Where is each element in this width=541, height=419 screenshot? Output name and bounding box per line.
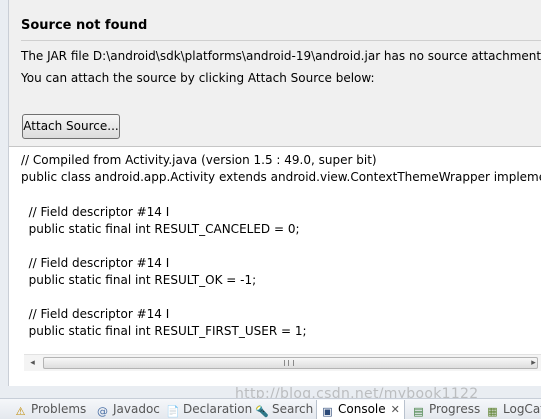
- code-line-result-first-user: public static final int RESULT_FIRST_USE…: [21, 324, 307, 338]
- tab-label: Search: [272, 402, 314, 416]
- source-not-found-panel: Source not found The JAR file D:\android…: [9, 0, 541, 147]
- tab-search[interactable]: 🔦 Search: [255, 400, 313, 419]
- horizontal-scrollbar[interactable]: ◂ ▸: [24, 354, 541, 371]
- tab-label: Progress: [429, 402, 481, 416]
- console-icon: ▣: [322, 405, 333, 418]
- code-line-result-canceled: public static final int RESULT_CANCELED …: [21, 222, 300, 236]
- logcat-icon: ▦: [487, 405, 498, 418]
- disassembled-code-view[interactable]: // Compiled from Activity.java (version …: [9, 147, 541, 354]
- scrollbar-thumb[interactable]: [43, 357, 538, 369]
- tab-logcat[interactable]: ▦ LogCat: [486, 400, 541, 419]
- tab-console[interactable]: ▣ Console ✕: [316, 400, 405, 419]
- problems-icon: ⚠: [15, 405, 26, 418]
- code-line-field-comment: // Field descriptor #14 I: [21, 205, 170, 219]
- scroll-right-arrow-icon[interactable]: ▸: [525, 355, 541, 371]
- tab-label: Console: [338, 402, 386, 416]
- attach-instructions: You can attach the source by clicking At…: [21, 71, 375, 85]
- tab-problems[interactable]: ⚠ Problems: [14, 400, 87, 419]
- code-line-class-declaration: public class android.app.Activity extend…: [21, 170, 541, 184]
- tab-javadoc[interactable]: @ Javadoc: [96, 400, 160, 419]
- code-line-compiled-comment: // Compiled from Activity.java (version …: [21, 153, 377, 167]
- code-line-result-ok: public static final int RESULT_OK = -1;: [21, 273, 257, 287]
- tab-label: LogCat: [503, 402, 541, 416]
- progress-icon: ▤: [413, 405, 424, 418]
- scrollbar-grip-icon: [284, 360, 294, 366]
- declaration-icon: 📄: [166, 405, 180, 418]
- tab-label: Javadoc: [113, 402, 160, 416]
- title-divider: [21, 40, 541, 41]
- bottom-view-tabs: ⚠ Problems @ Javadoc 📄 Declaration 🔦 Search …: [0, 398, 541, 419]
- attach-source-button[interactable]: Attach Source...: [22, 114, 120, 139]
- tab-declaration[interactable]: 📄 Declaration: [166, 400, 252, 419]
- scroll-left-arrow-icon[interactable]: ◂: [24, 355, 41, 371]
- code-line-field-comment: // Field descriptor #14 I: [21, 307, 170, 321]
- jar-message: The JAR file D:\android\sdk\platforms\an…: [21, 49, 541, 63]
- tab-label: Declaration: [183, 402, 253, 416]
- code-line-field-comment: // Field descriptor #14 I: [21, 256, 170, 270]
- tab-label: Problems: [31, 402, 87, 416]
- tab-progress[interactable]: ▤ Progress: [412, 400, 480, 419]
- close-icon[interactable]: ✕: [391, 400, 400, 419]
- class-file-editor: Source not found The JAR file D:\android…: [8, 0, 541, 386]
- search-icon: 🔦: [255, 405, 269, 418]
- javadoc-icon: @: [97, 405, 108, 418]
- panel-title: Source not found: [21, 18, 148, 33]
